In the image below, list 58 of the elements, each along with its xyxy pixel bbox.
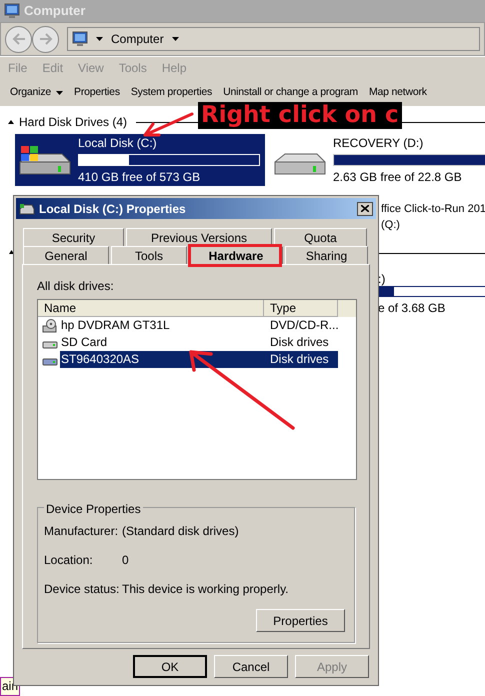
- close-button[interactable]: [357, 202, 373, 216]
- address-bar[interactable]: Computer: [67, 27, 480, 51]
- drive-name: (Q:): [381, 218, 401, 233]
- toolbar-button[interactable]: System properties: [130, 84, 212, 100]
- list-label: All disk drives:: [37, 278, 115, 295]
- caret-icon: [56, 90, 64, 94]
- tab[interactable]: General: [23, 246, 109, 264]
- table-cell-text: DVD/CD-R...: [269, 317, 338, 334]
- computer-icon: [4, 3, 20, 19]
- forward-button[interactable]: [32, 26, 59, 52]
- drive-name: RECOVERY (D:): [333, 135, 424, 152]
- computer-icon: [72, 31, 88, 47]
- field-value: 0: [122, 552, 129, 569]
- toolbar-button[interactable]: Map network: [368, 84, 427, 100]
- drive-row-name[interactable]: ST9640320AS: [60, 351, 264, 368]
- toolbar-button[interactable]: Uninstall or change a program: [223, 84, 358, 100]
- caret-icon: [96, 37, 103, 41]
- toolbar-button[interactable]: Properties: [74, 84, 120, 100]
- toolbar-button[interactable]: Organize: [10, 84, 64, 100]
- tab[interactable]: Quota: [274, 228, 367, 246]
- table-cell: Disk drives: [264, 351, 338, 368]
- dialog-button[interactable]: Cancel: [214, 655, 288, 678]
- caret-icon: [172, 37, 179, 41]
- close-icon: [361, 205, 369, 212]
- properties-button[interactable]: Properties: [256, 609, 345, 632]
- windows-drive-icon: [18, 144, 72, 176]
- drive-name: ffice Click-to-Run 201: [381, 202, 485, 217]
- column-header[interactable]: Type: [264, 300, 338, 317]
- address-text: Computer: [111, 31, 164, 48]
- drive-row-name[interactable]: hp DVDRAM GT31L: [60, 317, 171, 334]
- forward-arrow-icon: [38, 33, 52, 45]
- collapse-triangle-icon: [9, 250, 14, 254]
- field-value: (Standard disk drives): [122, 523, 239, 540]
- optical-drive-icon: [42, 318, 58, 332]
- tab[interactable]: Security: [23, 228, 124, 246]
- table-cell-text: Disk drives: [269, 334, 330, 351]
- dialog-button[interactable]: OK: [133, 655, 207, 678]
- section-title[interactable]: Hard Disk Drives (4): [19, 113, 128, 131]
- back-arrow-icon: [12, 33, 26, 45]
- field-value: This device is working properly.: [122, 581, 289, 598]
- drive-free-space: 2.63 GB free of 22.8 GB: [333, 169, 463, 186]
- field-label: Location:: [44, 552, 94, 569]
- drive-tile[interactable]: Local Disk (C:) 410 GB free of 573 GB: [15, 134, 265, 186]
- drive-name: Local Disk (C:): [78, 135, 158, 152]
- field-label: Device status:: [44, 581, 120, 598]
- window-title: Computer: [24, 2, 86, 20]
- drive-row-name[interactable]: SD Card: [60, 334, 108, 351]
- drive-name: :): [378, 271, 386, 288]
- drive-free-space: 410 GB free of 573 GB: [78, 169, 202, 186]
- column-header[interactable]: Name: [38, 300, 264, 317]
- tab[interactable]: Previous Versions: [126, 228, 272, 246]
- drive-icon: [19, 202, 35, 214]
- tab[interactable]: Tools: [111, 246, 187, 264]
- tab[interactable]: Sharing: [285, 246, 368, 264]
- back-button[interactable]: [5, 26, 32, 52]
- dialog-title: Local Disk (C:) Properties: [39, 200, 187, 218]
- annotation-callout: Right click on c: [198, 102, 402, 129]
- field-label: Manufacturer:: [44, 523, 120, 540]
